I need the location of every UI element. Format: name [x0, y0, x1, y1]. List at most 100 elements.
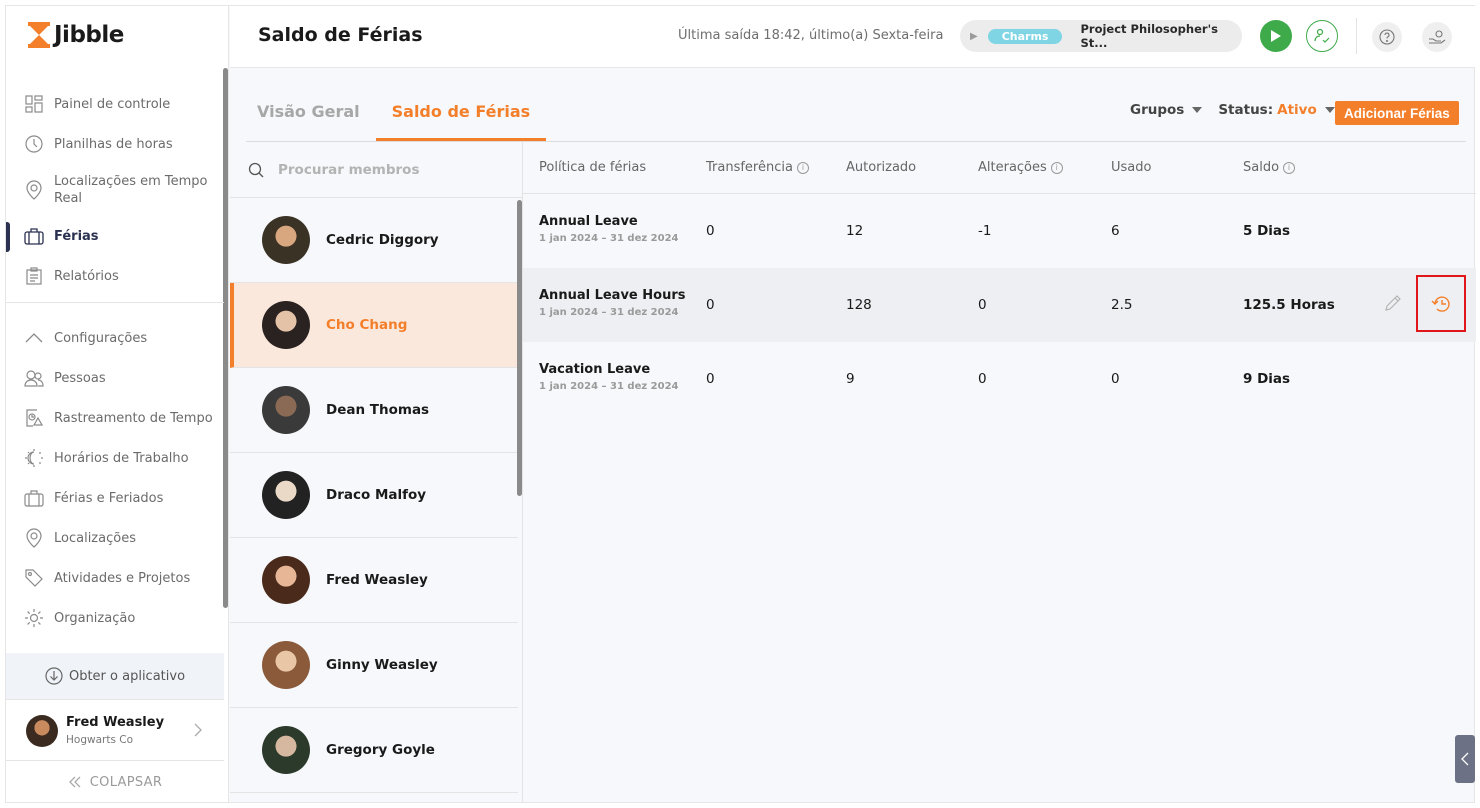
search-input[interactable]: Procurar membros	[278, 162, 420, 178]
tag-icon	[24, 568, 44, 588]
work-schedule-icon	[24, 448, 44, 468]
col-changes: Alterações i	[978, 160, 1063, 175]
member-name: Cho Chang	[326, 317, 408, 333]
info-icon[interactable]: i	[796, 161, 809, 174]
filters-bar: Grupos Status: Ativo	[1130, 102, 1335, 118]
member-list-item[interactable]: Ginny Weasley	[230, 623, 518, 708]
sidebar-item-work-schedules[interactable]: Horários de Trabalho	[6, 438, 224, 478]
transfer-cell: 0	[706, 371, 715, 387]
sidebar-item-label: Férias e Feriados	[54, 490, 164, 506]
sidebar-item-label: Rastreamento de Tempo	[54, 410, 213, 426]
sidebar-item-label: Configurações	[54, 330, 148, 346]
balance-cell: 9 Dias	[1243, 371, 1291, 387]
sidebar-item-label: Horários de Trabalho	[54, 450, 189, 466]
col-policy: Política de férias	[539, 160, 647, 175]
jibble-logo-icon	[28, 22, 50, 48]
member-name: Ginny Weasley	[326, 657, 438, 673]
get-app-button[interactable]: Obter o aplicativo	[6, 653, 224, 700]
search-icon	[248, 162, 264, 177]
policy-period: 1 jan 2024 – 31 dez 2024	[539, 381, 679, 392]
user-name: Fred Weasley	[66, 715, 165, 730]
history-icon	[1431, 295, 1450, 312]
member-list-item[interactable]: Fred Weasley	[230, 538, 518, 623]
chevron-up-icon	[24, 328, 44, 348]
attendance-button[interactable]	[1306, 20, 1338, 52]
member-list: Cedric Diggory Cho Chang Dean Thomas Draco …	[230, 198, 522, 793]
status-label: Status	[1218, 102, 1268, 118]
sidebar-item-time-tracking[interactable]: Rastreamento de Tempo	[6, 398, 224, 438]
member-list-item[interactable]: Gregory Goyle	[230, 708, 518, 793]
transfer-cell: 0	[706, 297, 715, 313]
member-search[interactable]: Procurar membros	[230, 142, 522, 198]
avatar	[26, 714, 58, 747]
last-clock-out-text: Última saída 18:42, último(a) Sexta-feir…	[678, 28, 944, 43]
edit-pencil-icon[interactable]	[1383, 293, 1403, 317]
caret-down-icon	[1324, 107, 1335, 113]
policy-cell: Annual Leave Hours 1 jan 2024 – 31 dez 20…	[539, 288, 686, 318]
tab-overview[interactable]: Visão Geral	[241, 94, 376, 142]
avatar	[262, 386, 310, 434]
sidebar-item-timesheets[interactable]: Planilhas de horas	[6, 124, 224, 164]
add-leave-button[interactable]: Adicionar Férias	[1335, 101, 1459, 125]
avatar	[262, 726, 310, 774]
policy-cell: Annual Leave 1 jan 2024 – 31 dez 2024	[539, 214, 678, 244]
member-list-item[interactable]: Cedric Diggory	[230, 198, 518, 283]
col-changes-label: Alterações	[978, 160, 1047, 175]
page-title: Saldo de Férias	[258, 24, 423, 46]
changes-cell: -1	[978, 223, 992, 239]
table-row[interactable]: Annual Leave 1 jan 2024 – 31 dez 2024 0 12 -…	[523, 194, 1476, 268]
sidebar-item-label: Localizações em Tempo Real	[54, 174, 208, 206]
sidebar-item-people[interactable]: Pessoas	[6, 358, 224, 398]
sidebar-item-activities-projects[interactable]: Atividades e Projetos	[6, 558, 224, 598]
avatar	[262, 216, 310, 264]
sidebar-item-live-locations[interactable]: Localizações em Tempo Real	[6, 164, 224, 216]
balance-history-button[interactable]	[1416, 275, 1466, 332]
sidebar-item-label: Planilhas de horas	[54, 136, 173, 152]
member-list-item[interactable]: Draco Malfoy	[230, 453, 518, 538]
table-row[interactable]: Vacation Leave 1 jan 2024 – 31 dez 2024 0 9…	[523, 342, 1476, 416]
authorized-cell: 12	[846, 223, 864, 239]
policy-period: 1 jan 2024 – 31 dez 2024	[539, 233, 679, 244]
member-list-item[interactable]: Cho Chang	[230, 283, 518, 368]
logo[interactable]: Jibble	[28, 22, 124, 48]
current-user[interactable]: Fred Weasley Hogwarts Co	[6, 701, 224, 761]
side-panel-toggle[interactable]	[1455, 735, 1475, 783]
policy-name: Vacation Leave	[539, 362, 651, 377]
sidebar-item-settings[interactable]: Configurações	[6, 318, 224, 358]
sidebar-item-leave-holidays[interactable]: Férias e Feriados	[6, 478, 224, 518]
sidebar-item-leave[interactable]: Férias	[6, 216, 224, 256]
sidebar-item-locations[interactable]: Localizações	[6, 518, 224, 558]
play-icon	[1271, 30, 1281, 42]
play-small-icon: ▶	[970, 30, 978, 42]
primary-nav: Painel de controle Planilhas de horas Lo…	[6, 84, 224, 296]
header-separator	[1356, 18, 1357, 54]
chevron-left-icon	[1461, 752, 1469, 766]
briefcase-icon	[24, 488, 44, 508]
collapse-button[interactable]: COLAPSAR	[6, 762, 224, 802]
member-list-scrollbar[interactable]	[517, 200, 522, 496]
col-balance-label: Saldo	[1243, 160, 1280, 175]
project-name: Project Philosopher's St...	[1080, 22, 1218, 50]
leave-balance-table: Política de férias Transferência i Autori…	[523, 142, 1476, 416]
groups-dropdown[interactable]: Grupos	[1130, 102, 1203, 118]
sidebar-item-label: Painel de controle	[54, 96, 171, 112]
app-window: Jibble Painel de controle Planilhas de h…	[5, 5, 1476, 803]
info-icon[interactable]: i	[1050, 161, 1063, 174]
clock-in-button[interactable]	[1260, 20, 1292, 52]
status-dropdown[interactable]: Status: Ativo	[1218, 102, 1335, 118]
briefcase-icon	[24, 226, 44, 246]
tab-leave-balance[interactable]: Saldo de Férias	[375, 94, 547, 142]
avatar	[262, 471, 310, 519]
table-row[interactable]: Annual Leave Hours 1 jan 2024 – 31 dez 20…	[523, 268, 1476, 342]
sidebar-item-reports[interactable]: Relatórios	[6, 256, 224, 296]
user-org: Hogwarts Co	[66, 734, 134, 746]
onboarding-button[interactable]	[1422, 22, 1452, 52]
sidebar-item-organization[interactable]: Organização	[6, 598, 224, 638]
time-tracking-icon	[24, 408, 44, 428]
help-button[interactable]	[1372, 22, 1402, 52]
tab-bar: Visão Geral Saldo de Férias	[241, 94, 547, 142]
info-icon[interactable]: i	[1283, 161, 1296, 174]
member-list-item[interactable]: Dean Thomas	[230, 368, 518, 453]
time-tracker-selector[interactable]: ▶ Charms Project Philosopher's St...	[960, 20, 1242, 52]
sidebar-item-dashboard[interactable]: Painel de controle	[6, 84, 224, 124]
